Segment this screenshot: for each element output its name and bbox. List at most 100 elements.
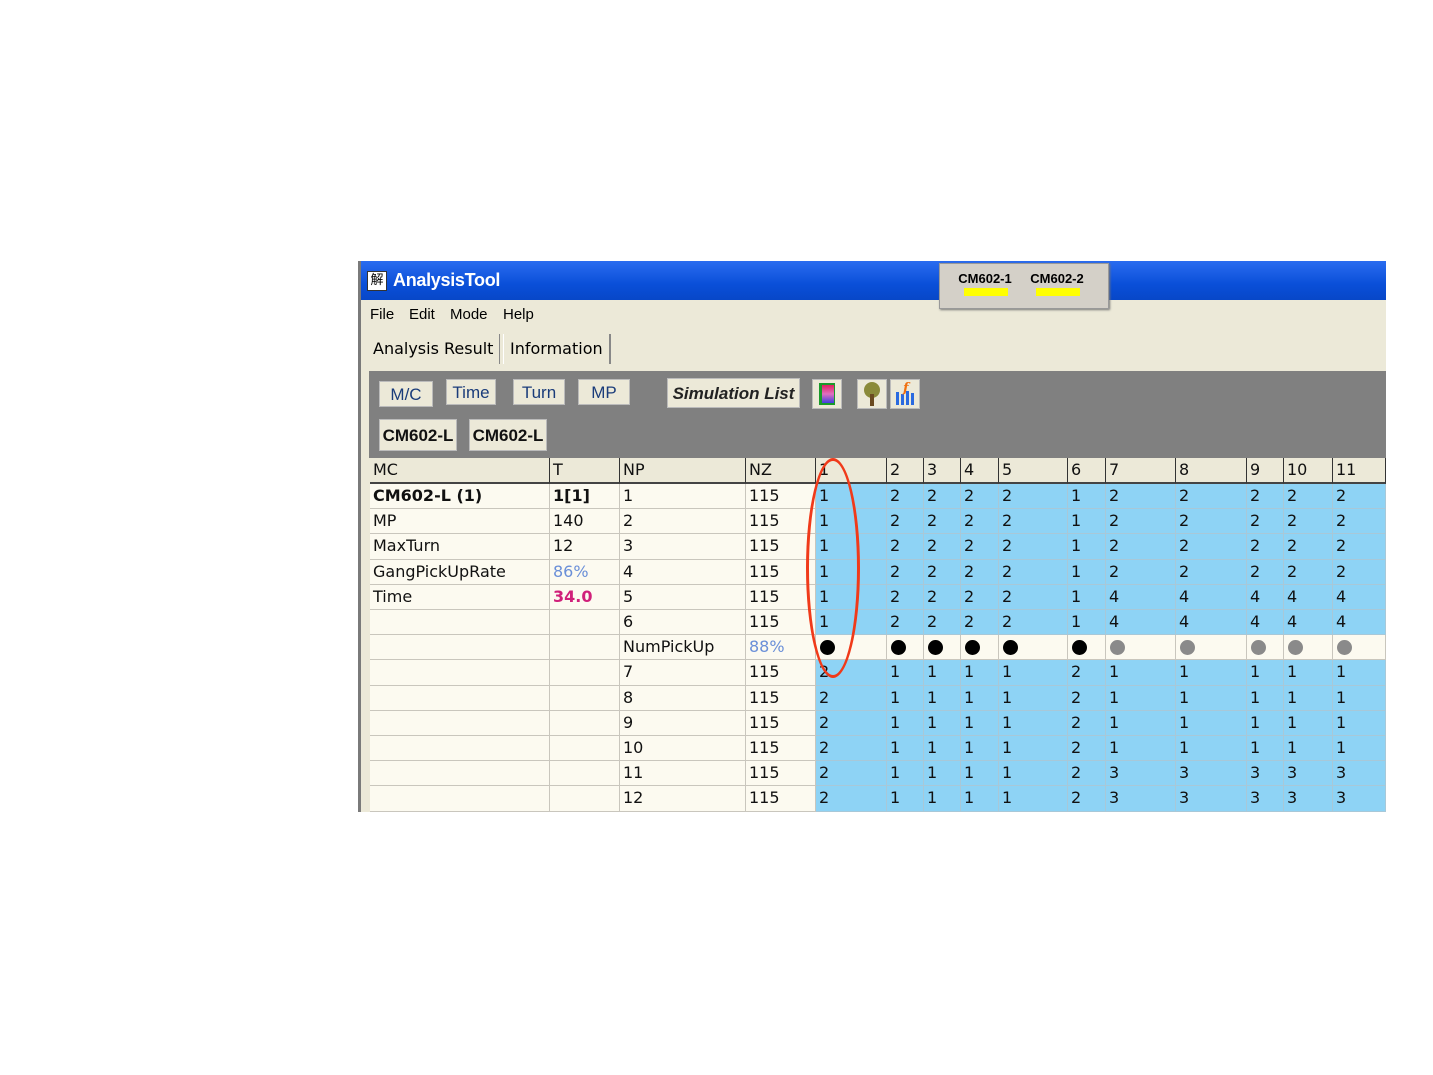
value-cell[interactable]: 2 — [887, 534, 924, 560]
value-cell[interactable]: 2 — [999, 585, 1068, 610]
value-cell[interactable]: 3 — [1247, 761, 1284, 786]
cell-np[interactable]: 9 — [620, 711, 746, 736]
value-cell[interactable]: 2 — [1176, 560, 1247, 585]
value-cell[interactable]: 3 — [1247, 786, 1284, 812]
column-header-3[interactable]: 3 — [924, 458, 961, 484]
cell-mc[interactable] — [370, 786, 550, 812]
value-cell[interactable]: 1 — [999, 786, 1068, 812]
value-cell[interactable]: 1 — [816, 585, 887, 610]
cell-mc[interactable]: MaxTurn — [370, 534, 550, 560]
value-cell[interactable]: 2 — [816, 686, 887, 711]
value-cell[interactable]: 4 — [1176, 585, 1247, 610]
value-cell[interactable]: 1 — [999, 660, 1068, 686]
value-cell[interactable]: 1 — [961, 761, 999, 786]
value-cell[interactable]: 2 — [1176, 509, 1247, 534]
value-cell[interactable]: 1 — [1333, 686, 1386, 711]
value-cell[interactable]: 2 — [816, 786, 887, 812]
cell-mc[interactable]: Time — [370, 585, 550, 610]
value-cell[interactable]: 1 — [1247, 686, 1284, 711]
value-cell[interactable]: 1 — [887, 660, 924, 686]
time-view-button[interactable]: Time — [446, 379, 496, 405]
value-cell[interactable]: 2 — [1068, 736, 1106, 761]
value-cell[interactable]: 2 — [1333, 560, 1386, 585]
cell-mc[interactable]: MP — [370, 509, 550, 534]
value-cell[interactable]: 4 — [1284, 610, 1333, 635]
value-cell[interactable]: 1 — [1068, 509, 1106, 534]
cell-mc[interactable] — [370, 711, 550, 736]
cell-nz[interactable]: 115 — [746, 711, 816, 736]
value-cell[interactable]: 2 — [1068, 786, 1106, 812]
column-header-10[interactable]: 10 — [1284, 458, 1333, 484]
value-cell[interactable]: 2 — [924, 585, 961, 610]
machine-button-cm602-1[interactable]: CM602-1 — [952, 268, 1018, 300]
value-cell[interactable]: 1 — [816, 560, 887, 585]
value-cell[interactable]: 2 — [1106, 534, 1176, 560]
cell-t[interactable] — [550, 711, 620, 736]
cell-nz[interactable]: 88% — [746, 635, 816, 660]
value-cell[interactable]: 2 — [1284, 534, 1333, 560]
machine-tab-2[interactable]: CM602-L — [469, 419, 547, 451]
value-cell[interactable]: 2 — [999, 560, 1068, 585]
machine-button-cm602-2[interactable]: CM602-2 — [1024, 268, 1090, 300]
value-cell[interactable]: 1 — [924, 686, 961, 711]
value-cell[interactable]: 1 — [1247, 736, 1284, 761]
value-cell[interactable]: 1 — [816, 484, 887, 509]
value-cell[interactable]: 1 — [924, 736, 961, 761]
mc-view-button[interactable]: M/C — [379, 381, 433, 407]
value-cell[interactable]: 2 — [1068, 686, 1106, 711]
value-cell[interactable]: 3 — [1333, 761, 1386, 786]
value-cell[interactable]: 3 — [1176, 761, 1247, 786]
value-cell[interactable]: 2 — [961, 560, 999, 585]
value-cell[interactable]: 2 — [924, 484, 961, 509]
value-cell[interactable]: 1 — [1284, 660, 1333, 686]
cell-mc[interactable]: CM602-L (1) — [370, 484, 550, 509]
column-header-nz[interactable]: NZ — [746, 458, 816, 484]
value-cell[interactable]: 1 — [1106, 686, 1176, 711]
machine-tab-1[interactable]: CM602-L — [379, 419, 457, 451]
value-cell[interactable]: 2 — [924, 610, 961, 635]
value-cell[interactable]: 4 — [1247, 585, 1284, 610]
cell-np[interactable]: 11 — [620, 761, 746, 786]
cell-np[interactable]: 2 — [620, 509, 746, 534]
value-cell[interactable]: 2 — [887, 560, 924, 585]
cell-np[interactable]: 1 — [620, 484, 746, 509]
cell-t[interactable] — [550, 635, 620, 660]
cell-np[interactable]: 3 — [620, 534, 746, 560]
value-cell[interactable]: 2 — [1284, 560, 1333, 585]
cell-np[interactable]: NumPickUp — [620, 635, 746, 660]
value-cell[interactable]: 1 — [961, 786, 999, 812]
tab-information[interactable]: Information — [503, 334, 611, 364]
value-cell[interactable]: 2 — [999, 509, 1068, 534]
value-cell[interactable]: 2 — [924, 534, 961, 560]
value-cell[interactable]: 2 — [1333, 509, 1386, 534]
value-cell[interactable]: 2 — [1247, 560, 1284, 585]
value-cell[interactable]: 4 — [1284, 585, 1333, 610]
value-cell[interactable]: 3 — [1176, 786, 1247, 812]
value-cell[interactable]: 1 — [887, 761, 924, 786]
cell-np[interactable]: 7 — [620, 660, 746, 686]
value-cell[interactable]: 1 — [1176, 736, 1247, 761]
column-header-8[interactable]: 8 — [1176, 458, 1247, 484]
value-cell[interactable]: 3 — [1284, 786, 1333, 812]
value-cell[interactable]: 1 — [961, 711, 999, 736]
column-header-np[interactable]: NP — [620, 458, 746, 484]
value-cell[interactable]: 1 — [887, 711, 924, 736]
column-header-11[interactable]: 11 — [1333, 458, 1386, 484]
value-cell[interactable]: 2 — [1106, 484, 1176, 509]
value-cell[interactable]: 1 — [1284, 711, 1333, 736]
value-cell[interactable]: 1 — [887, 686, 924, 711]
value-cell[interactable]: 1 — [1068, 610, 1106, 635]
value-cell[interactable]: 3 — [1106, 761, 1176, 786]
chart-button[interactable]: f — [890, 379, 920, 409]
cell-np[interactable]: 8 — [620, 686, 746, 711]
value-cell[interactable]: 2 — [924, 560, 961, 585]
turn-view-button[interactable]: Turn — [513, 379, 565, 405]
value-cell[interactable]: 2 — [1068, 761, 1106, 786]
menu-help[interactable]: Help — [503, 306, 534, 323]
value-cell[interactable]: 2 — [1106, 560, 1176, 585]
value-cell[interactable]: 2 — [999, 610, 1068, 635]
value-cell[interactable]: 2 — [1247, 509, 1284, 534]
value-cell[interactable]: 1 — [1176, 686, 1247, 711]
value-cell[interactable]: 2 — [816, 761, 887, 786]
cell-nz[interactable]: 115 — [746, 610, 816, 635]
